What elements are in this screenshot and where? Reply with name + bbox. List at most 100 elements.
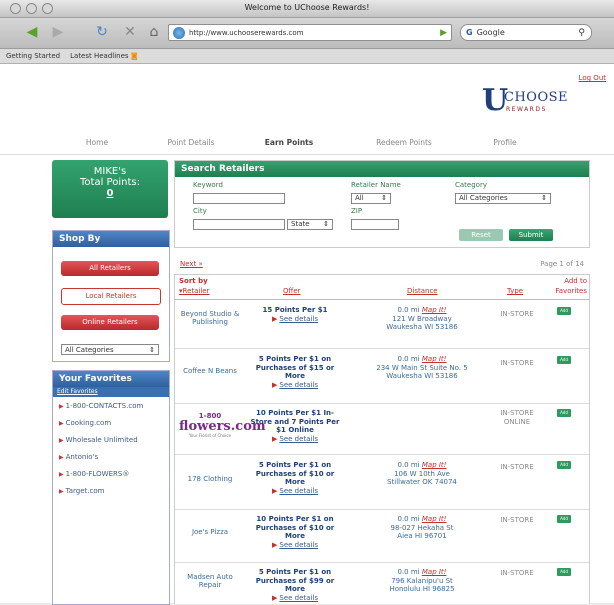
search-engine-label: Google xyxy=(476,28,505,37)
see-details-link[interactable]: ▶ See details xyxy=(247,381,343,390)
results-pager: Next » Page 1 of 14 xyxy=(174,260,588,272)
magnifier-icon[interactable]: ⚲ xyxy=(578,28,585,38)
add-favorite-button[interactable]: Add xyxy=(557,307,571,315)
offer-cell: 5 Points Per $1 on Purchases of $15 or M… xyxy=(247,355,343,389)
nav-profile[interactable]: Profile xyxy=(480,138,530,154)
favorite-item[interactable]: ▶ Target.com xyxy=(53,482,169,499)
main-navigation: Home Point Details Earn Points Redeem Po… xyxy=(0,138,614,155)
favorite-item[interactable]: ▶ 1-800-FLOWERS® xyxy=(53,465,169,482)
retailer-name[interactable]: Coffee N Beans xyxy=(179,367,241,375)
offer-header[interactable]: Offer xyxy=(283,287,301,295)
logout-link[interactable]: Log Out xyxy=(579,74,606,82)
favorite-item[interactable]: ▶ 1-800-CONTACTS.com xyxy=(53,397,169,414)
add-favorite-button[interactable]: Add xyxy=(557,356,571,364)
address-line2: Aiea HI 96701 xyxy=(397,532,447,540)
url-text[interactable]: http://www.uchooserewards.com xyxy=(189,29,440,37)
favorite-item-label: Target.com xyxy=(65,487,105,495)
retailer-type: IN-STORE ONLINE xyxy=(500,409,534,426)
offer-cell: 5 Points Per $1 on Purchases of $10 or M… xyxy=(247,461,343,495)
shop-by-category-select[interactable]: All Categories ⇕ xyxy=(61,344,159,355)
address-bar[interactable]: http://www.uchooserewards.com ▶ xyxy=(168,24,452,41)
window-titlebar: Welcome to UChoose Rewards! xyxy=(0,0,614,18)
map-it-link[interactable]: Map It! xyxy=(422,306,447,314)
triangle-bullet-icon: ▶ xyxy=(272,486,278,495)
see-details-link[interactable]: ▶ See details xyxy=(247,594,343,603)
see-details-label: See details xyxy=(279,380,318,389)
map-it-link[interactable]: Map It! xyxy=(422,515,447,523)
zip-input[interactable] xyxy=(351,219,399,230)
retailer-name[interactable]: Joe's Pizza xyxy=(179,528,241,536)
favorite-item-label: Cooking.com xyxy=(65,419,112,427)
see-details-label: See details xyxy=(279,593,318,602)
triangle-bullet-icon: ▶ xyxy=(272,434,278,443)
local-retailers-button[interactable]: Local Retailers xyxy=(61,288,161,305)
keyword-input[interactable] xyxy=(193,193,285,204)
uchoose-logo[interactable]: U CHOOSE REWARDS xyxy=(482,86,602,122)
distance-cell: 0.0 mi Map It! 121 W Broadway Waukesha W… xyxy=(367,306,477,332)
points-value[interactable]: 0 xyxy=(52,188,168,199)
bookmark-latest-headlines-label: Latest Headlines xyxy=(70,52,129,60)
all-retailers-button[interactable]: All Retailers xyxy=(61,261,159,276)
retailer-name-select[interactable]: All ⇕ xyxy=(351,193,391,204)
favorite-item-label: Wholesale Unlimited xyxy=(65,436,138,444)
search-retailers-panel: Search Retailers Keyword Retailer Name A… xyxy=(174,160,590,248)
map-it-link[interactable]: Map It! xyxy=(422,461,447,469)
add-favorite-button[interactable]: Add xyxy=(557,515,571,523)
favorite-item[interactable]: ▶ Wholesale Unlimited xyxy=(53,431,169,448)
retailer-name-value: All xyxy=(355,194,364,202)
nav-home[interactable]: Home xyxy=(72,138,122,154)
stop-icon[interactable]: ✕ xyxy=(118,23,142,41)
city-input[interactable] xyxy=(193,219,285,230)
nav-earn-points[interactable]: Earn Points xyxy=(254,138,324,154)
reset-button[interactable]: Reset xyxy=(459,229,503,241)
forward-arrow-icon[interactable]: ▶ xyxy=(46,23,70,41)
favorite-item[interactable]: ▶ Cooking.com xyxy=(53,414,169,431)
see-details-label: See details xyxy=(279,486,318,495)
retailer-type: IN-STORE xyxy=(500,359,534,367)
distance-header[interactable]: Distance xyxy=(407,287,438,295)
nav-redeem-points[interactable]: Redeem Points xyxy=(364,138,444,154)
address-line1: 234 W Main St Suite No. 5 xyxy=(376,363,468,372)
see-details-link[interactable]: ▶ See details xyxy=(247,541,343,550)
distance-cell: 0.0 mi Map It! 98-027 Hekaha St Aiea HI … xyxy=(367,515,477,541)
see-details-link[interactable]: ▶ See details xyxy=(247,487,343,496)
category-label: Category xyxy=(455,181,487,189)
see-details-label: See details xyxy=(279,314,318,323)
bookmark-getting-started[interactable]: Getting Started xyxy=(6,52,60,60)
add-favorite-button[interactable]: Add xyxy=(557,461,571,469)
sort-retailer-header[interactable]: ▾Retailer xyxy=(179,287,209,295)
select-arrows-icon: ⇕ xyxy=(323,220,329,228)
add-favorite-button[interactable]: Add xyxy=(557,409,571,417)
results-header-row: Sort by ▾Retailer Offer Distance Type Ad… xyxy=(175,275,589,300)
type-header[interactable]: Type xyxy=(507,287,523,295)
logo-rewards: REWARDS xyxy=(506,106,547,113)
map-it-link[interactable]: Map It! xyxy=(422,355,447,363)
state-select[interactable]: State ⇕ xyxy=(287,219,333,230)
map-it-link[interactable]: Map It! xyxy=(422,568,447,576)
retailer-logo-1800-flowers[interactable]: 1-800 flowers.com Your Florist of Choice xyxy=(179,412,266,438)
retailer-name[interactable]: Madsen Auto Repair xyxy=(179,573,241,589)
add-favorite-button[interactable]: Add xyxy=(557,568,571,576)
go-arrow-icon[interactable]: ▶ xyxy=(440,28,447,38)
rss-icon: ◙ xyxy=(130,52,138,60)
reload-icon[interactable]: ↻ xyxy=(90,23,114,41)
next-page-link[interactable]: Next » xyxy=(180,260,203,268)
home-icon[interactable]: ⌂ xyxy=(142,23,166,41)
browser-search-field[interactable]: G Google ⚲ xyxy=(460,24,592,41)
see-details-link[interactable]: ▶ See details xyxy=(247,435,343,444)
triangle-bullet-icon: ▶ xyxy=(272,314,278,323)
online-retailers-button[interactable]: Online Retailers xyxy=(61,315,159,330)
favorite-item[interactable]: ▶ Antonio's xyxy=(53,448,169,465)
retailer-name[interactable]: 178 Clothing xyxy=(179,475,241,483)
category-select[interactable]: All Categories ⇕ xyxy=(455,193,551,204)
nav-point-details[interactable]: Point Details xyxy=(156,138,226,154)
table-row: Joe's Pizza 10 Points Per $1 on Purchase… xyxy=(175,510,589,563)
see-details-link[interactable]: ▶ See details xyxy=(247,315,343,324)
sort-retailer-label: Retailer xyxy=(182,287,210,295)
retailer-name[interactable]: Beyond Studio & Publishing xyxy=(179,310,241,326)
bookmark-latest-headlines[interactable]: Latest Headlines ◙ xyxy=(70,52,137,60)
edit-favorites-link[interactable]: Edit Favorites xyxy=(53,387,169,397)
submit-button[interactable]: Submit xyxy=(509,229,553,241)
site-header: Log Out U CHOOSE REWARDS xyxy=(0,64,614,128)
back-arrow-icon[interactable]: ◀ xyxy=(20,23,44,41)
